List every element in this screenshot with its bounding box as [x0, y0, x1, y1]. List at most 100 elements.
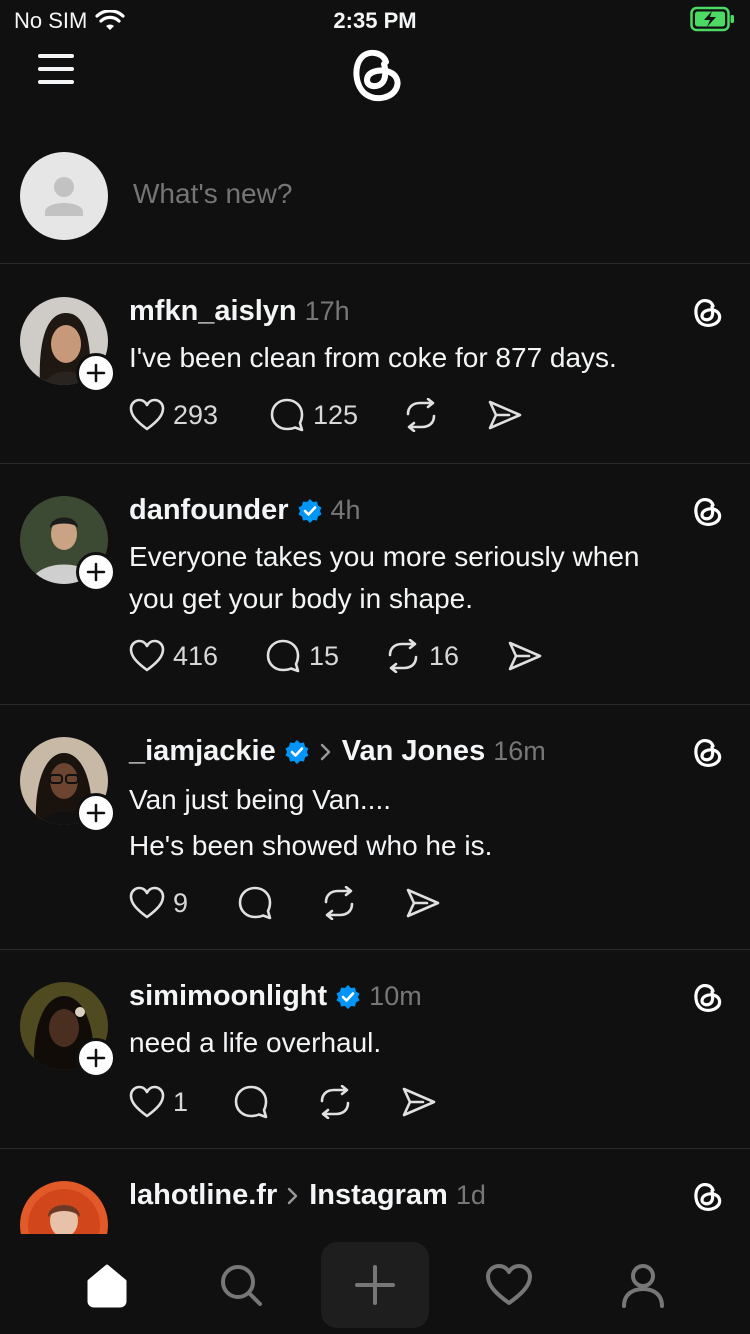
post-text-line: need a life overhaul. — [129, 1027, 382, 1058]
feed-post[interactable]: lahotline.fr Instagram 1d — [0, 1149, 750, 1235]
menu-icon[interactable] — [36, 52, 76, 86]
feed-post[interactable]: mfkn_aislyn 17h I've been clean from cok… — [0, 265, 750, 464]
reply-count: 15 — [309, 640, 340, 671]
follow-button[interactable] — [76, 793, 116, 833]
feed-post[interactable]: danfounder 4h Everyone takes you more se… — [0, 464, 750, 705]
reply-button[interactable]: 15 — [265, 638, 385, 674]
post-text-line: Everyone takes you more seriously when — [129, 541, 640, 572]
post-text-line: I've been clean from coke for 877 days. — [129, 342, 617, 373]
repost-icon — [406, 398, 436, 432]
repost-button[interactable] — [317, 1085, 401, 1119]
bottom-nav — [0, 1234, 750, 1334]
username[interactable]: simimoonlight — [129, 980, 327, 1013]
repost-button[interactable] — [321, 886, 405, 920]
plus-icon — [355, 1265, 395, 1305]
username[interactable]: lahotline.fr — [129, 1179, 277, 1212]
battery-charging-icon — [690, 6, 734, 32]
follow-button[interactable] — [76, 552, 116, 592]
plus-icon — [86, 363, 106, 383]
repost-icon — [388, 639, 418, 673]
post-actions: 1 — [129, 1084, 437, 1120]
avatar[interactable] — [20, 1181, 108, 1235]
username[interactable]: danfounder — [129, 494, 289, 527]
plus-icon — [86, 1048, 106, 1068]
avatar[interactable] — [20, 152, 108, 240]
username[interactable]: _iamjackie — [129, 735, 276, 768]
comment-icon — [270, 398, 304, 432]
heart-icon — [129, 1085, 165, 1118]
threads-logo[interactable] — [343, 40, 407, 106]
repost-button[interactable]: 16 — [385, 639, 507, 673]
default-avatar-icon — [45, 177, 83, 216]
username[interactable]: mfkn_aislyn — [129, 295, 297, 328]
threads-icon[interactable] — [690, 980, 724, 1014]
post-time: 1d — [455, 1180, 486, 1210]
follow-button[interactable] — [76, 353, 116, 393]
heart-icon — [129, 398, 165, 431]
feed-post[interactable]: simimoonlight 10m need a life overhaul. … — [0, 950, 750, 1149]
post-text: Van just being Van.... He's been showed … — [129, 777, 729, 869]
post-actions: 416 15 16 — [129, 638, 543, 674]
comment-icon — [234, 1085, 268, 1119]
like-count: 293 — [173, 399, 219, 430]
heart-icon — [129, 639, 165, 672]
repost-count: 16 — [429, 640, 460, 671]
repost-icon — [324, 886, 354, 920]
share-button[interactable] — [487, 399, 523, 431]
reply-button[interactable] — [233, 1084, 317, 1120]
comment-icon — [266, 639, 300, 673]
like-count: 9 — [173, 887, 189, 918]
nav-home[interactable] — [53, 1242, 161, 1328]
repost-button[interactable] — [403, 398, 487, 432]
post-actions: 9 — [129, 885, 441, 921]
like-button[interactable]: 9 — [129, 886, 237, 920]
like-button[interactable]: 1 — [129, 1085, 233, 1119]
new-thread-composer — [0, 130, 750, 264]
post-time: 10m — [369, 981, 422, 1011]
post-text: I've been clean from coke for 877 days. — [129, 337, 729, 379]
verified-badge-icon — [336, 984, 360, 1009]
feed-post[interactable]: _iamjackie Van Jones 16m Van just being … — [0, 705, 750, 950]
nav-search[interactable] — [187, 1242, 295, 1328]
verified-badge-icon — [298, 498, 321, 523]
verified-badge-icon — [285, 739, 309, 764]
nav-profile[interactable] — [589, 1242, 697, 1328]
top-bar — [0, 40, 750, 110]
plus-icon — [86, 562, 106, 582]
whats-new-input[interactable] — [133, 178, 693, 210]
threads-icon[interactable] — [690, 494, 724, 528]
reply-button[interactable] — [237, 885, 321, 921]
search-icon — [221, 1265, 262, 1306]
follow-button[interactable] — [76, 1038, 116, 1078]
post-time: 4h — [330, 495, 361, 525]
post-text: Everyone takes you more seriously when y… — [129, 536, 729, 620]
comment-icon — [238, 886, 272, 920]
threads-icon[interactable] — [690, 295, 724, 329]
post-time: 16m — [493, 736, 546, 766]
heart-icon — [129, 886, 165, 919]
send-icon — [488, 400, 522, 430]
status-bar: No SIM 2:35 PM — [0, 0, 750, 40]
heart-icon — [486, 1264, 532, 1305]
chevron-right-icon — [288, 1187, 298, 1204]
reply-to-username[interactable]: Instagram — [309, 1179, 448, 1212]
nav-compose[interactable] — [321, 1242, 429, 1328]
plus-icon — [86, 803, 106, 823]
nav-activity[interactable] — [455, 1242, 563, 1328]
post-text-line: you get your body in shape. — [129, 583, 474, 614]
share-button[interactable] — [405, 887, 441, 919]
like-button[interactable]: 416 — [129, 639, 265, 673]
like-count: 416 — [173, 640, 219, 671]
status-time: 2:35 PM — [333, 8, 417, 33]
reply-count: 125 — [313, 399, 359, 430]
reply-button[interactable]: 125 — [269, 397, 403, 433]
like-button[interactable]: 293 — [129, 398, 269, 432]
share-button[interactable] — [507, 640, 543, 672]
threads-icon[interactable] — [690, 1179, 724, 1213]
like-count: 1 — [173, 1086, 189, 1117]
post-text: need a life overhaul. — [129, 1022, 729, 1064]
share-button[interactable] — [401, 1086, 437, 1118]
home-icon — [87, 1264, 127, 1308]
reply-to-username[interactable]: Van Jones — [342, 735, 485, 768]
threads-icon[interactable] — [690, 735, 724, 769]
